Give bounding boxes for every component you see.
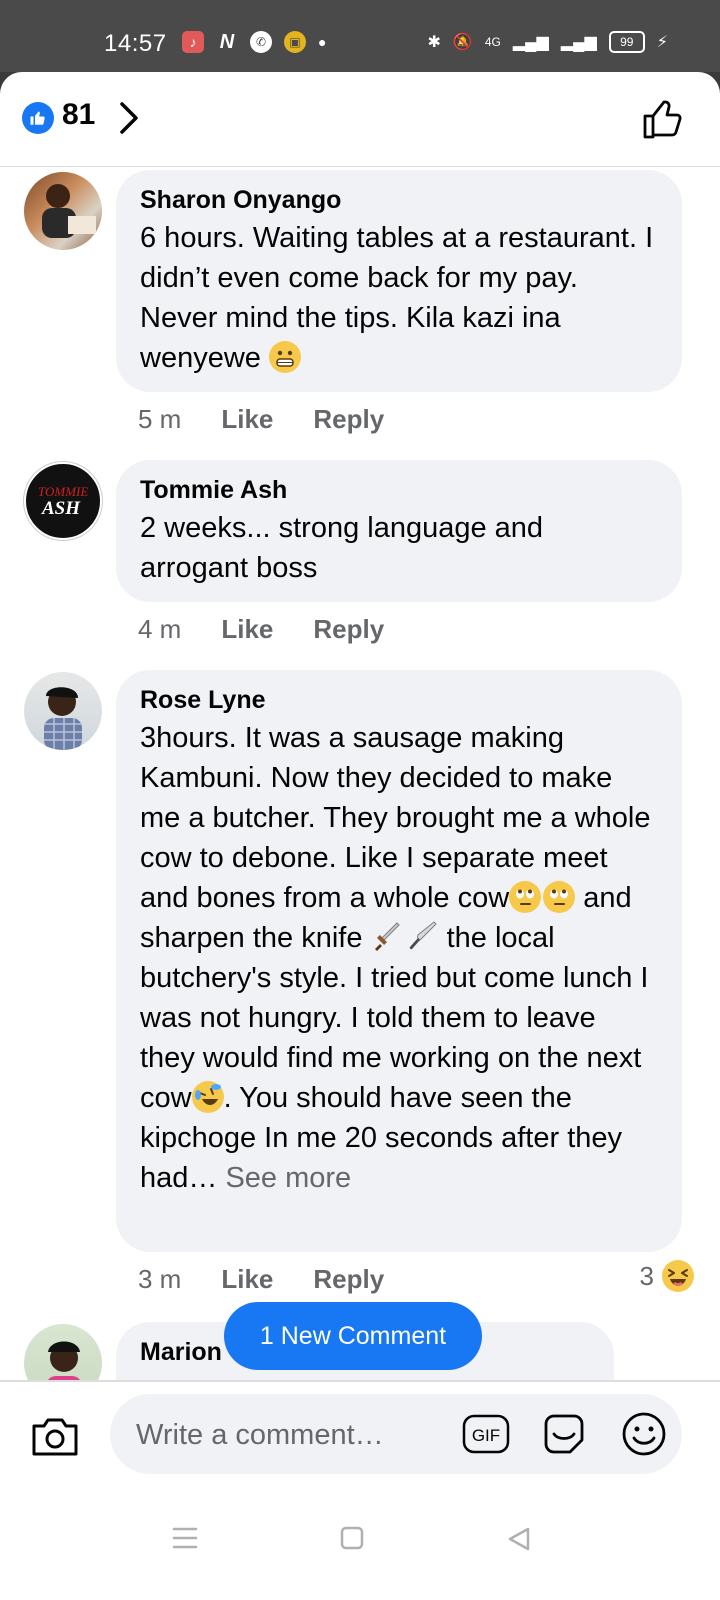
like-button[interactable]: Like <box>221 614 273 645</box>
notification-icons: ♪ N ✆ ▣ ● <box>182 31 326 53</box>
avatar[interactable] <box>24 172 102 250</box>
comment-actions: 3 m Like Reply <box>138 1264 424 1295</box>
gif-label: GIF <box>472 1426 500 1445</box>
status-bar: 14:57 ♪ N ✆ ▣ ● ✱ 🔕 4G ▂▄▆ ▂▄▆ 99 ⚡ <box>0 0 720 72</box>
battery-level: 99 <box>620 35 634 49</box>
comments-sheet: 81 Sharon Onyango 6 hours. Waiting table… <box>0 72 720 1600</box>
coin-app-icon: ▣ <box>284 31 306 53</box>
sticker-icon[interactable] <box>540 1410 588 1463</box>
laughing-emoji-icon <box>662 1260 694 1292</box>
grimacing-emoji-icon <box>268 341 301 373</box>
charging-icon: ⚡ <box>656 34 668 51</box>
gif-button[interactable]: GIF <box>462 1414 510 1459</box>
bluetooth-icon: ✱ <box>427 34 441 51</box>
battery-icon: 99 <box>608 31 645 53</box>
comment-author[interactable]: Rose Lyne <box>140 684 658 716</box>
comment-timestamp: 3 m <box>138 1264 182 1294</box>
reply-button[interactable]: Reply <box>313 1264 384 1295</box>
chevron-right-icon[interactable] <box>118 100 140 141</box>
dagger-emoji-icon <box>371 922 403 954</box>
back-icon[interactable] <box>506 1526 532 1557</box>
comment-author[interactable]: Sharon Onyango <box>140 184 658 216</box>
thumbs-up-icon[interactable] <box>642 98 686 145</box>
knife-emoji-icon <box>403 921 439 954</box>
comment-timestamp: 4 m <box>138 614 182 644</box>
comment-timestamp: 5 m <box>138 404 182 434</box>
comment-bubble[interactable]: Rose Lyne 3hours. It was a sausage makin… <box>116 670 682 1252</box>
comment-actions: 5 m Like Reply <box>138 404 424 435</box>
eye-roll-emoji-icon <box>509 881 542 913</box>
comment-composer: GIF <box>0 1380 720 1492</box>
comment-author[interactable]: Tommie Ash <box>140 474 658 506</box>
home-icon[interactable] <box>340 1526 364 1555</box>
reply-button[interactable]: Reply <box>313 614 384 645</box>
see-more-link[interactable]: See more <box>225 1162 351 1194</box>
reaction-count[interactable]: 81 <box>62 98 95 132</box>
like-reaction-icon[interactable] <box>22 102 54 134</box>
comment-text: 6 hours. Waiting tables at a restaurant.… <box>140 218 658 378</box>
comment-text: 3hours. It was a sausage making Kambuni.… <box>140 718 658 1198</box>
comment-actions: 4 m Like Reply <box>138 614 424 645</box>
avatar-text-bottom: ASH <box>41 498 81 519</box>
comment-input-container[interactable]: GIF <box>110 1394 682 1476</box>
eye-roll-emoji-icon <box>543 881 576 913</box>
avatar-text-top: TOMMIE <box>38 484 88 499</box>
comment-bubble[interactable]: Sharon Onyango 6 hours. Waiting tables a… <box>116 170 682 392</box>
comment-reaction-count[interactable]: 3 <box>640 1261 654 1292</box>
avatar[interactable]: TOMMIE ASH <box>24 462 102 540</box>
signal-icon-2: ▂▄▆ <box>560 34 597 51</box>
menu-icon[interactable] <box>172 1526 198 1555</box>
comment-reactions[interactable]: 3 <box>640 1260 694 1292</box>
signal-icon: ▂▄▆ <box>512 34 549 51</box>
mute-icon: 🔕 <box>452 34 473 51</box>
reactions-header: 81 <box>0 72 720 167</box>
new-comment-button[interactable]: 1 New Comment <box>224 1302 482 1370</box>
rofl-emoji-icon <box>191 1081 224 1113</box>
system-nav-bar <box>0 1490 720 1600</box>
network-type: 4G <box>484 35 501 49</box>
like-button[interactable]: Like <box>221 404 273 435</box>
status-time: 14:57 <box>104 30 167 57</box>
more-notifications-dot-icon: ● <box>318 34 327 50</box>
comment-bubble[interactable]: Tommie Ash 2 weeks... strong language an… <box>116 460 682 602</box>
system-icons: ✱ 🔕 4G ▂▄▆ ▂▄▆ 99 ⚡ <box>428 31 668 53</box>
n-app-icon: N <box>219 30 235 53</box>
comment-input[interactable] <box>134 1394 458 1476</box>
avatar[interactable] <box>24 672 102 750</box>
comment-text: 2 weeks... strong language and arrogant … <box>140 512 544 584</box>
reply-button[interactable]: Reply <box>313 404 384 435</box>
emoji-icon[interactable] <box>620 1410 668 1463</box>
like-button[interactable]: Like <box>221 1264 273 1295</box>
camera-icon[interactable] <box>30 1414 80 1463</box>
music-app-icon: ♪ <box>182 31 204 53</box>
whatsapp-icon: ✆ <box>250 31 272 53</box>
comment-body: 6 hours. Waiting tables at a restaurant.… <box>140 222 654 374</box>
